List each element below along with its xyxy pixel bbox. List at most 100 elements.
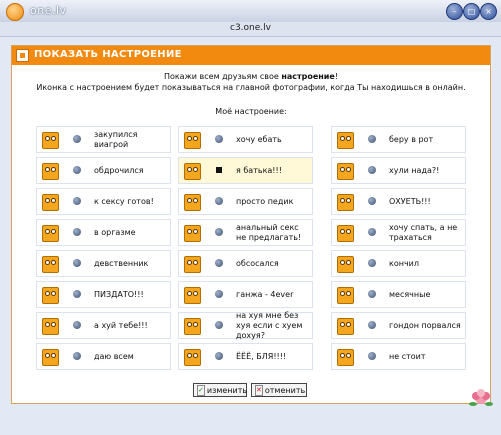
mood-option[interactable]: гондон порвался [331,312,466,339]
mood-smiley-icon [337,256,354,273]
cancel-button[interactable]: ✕ отменить [251,383,307,397]
mood-option[interactable]: не стоит [331,343,466,370]
mood-option[interactable]: беру в рот [331,126,466,153]
mood-smiley-icon [184,163,201,180]
mood-label: я батька!!! [236,165,282,175]
mood-option[interactable]: кончил [331,250,466,277]
change-button[interactable]: ✓ изменить [193,383,247,397]
mood-smiley-icon [42,256,59,273]
mood-option[interactable]: обдрочился [36,157,171,184]
mood-smiley-icon [184,318,201,335]
mood-radio-button[interactable] [73,228,81,236]
mood-radio-button[interactable] [215,135,223,143]
mood-radio-button[interactable] [215,321,223,329]
mood-label: ПИЗДАТО!!! [94,289,144,299]
mood-label: в оргазме [94,227,136,237]
mood-option[interactable]: закупился виагрой [36,126,171,153]
mood-radio-button[interactable] [368,228,376,236]
mood-radio-button[interactable] [368,321,376,329]
mood-option[interactable]: на хуя мне без хуя если с хуем дохуя? [178,310,313,340]
mood-smiley-icon [42,349,59,366]
mood-option[interactable]: хули нада?! [331,157,466,184]
mood-radio-button[interactable] [73,135,81,143]
mood-radio-button[interactable] [215,290,223,298]
mood-radio-button[interactable] [368,290,376,298]
mood-smiley-icon [184,132,201,149]
mood-radio-button[interactable] [73,290,81,298]
mood-option[interactable]: в оргазме [36,219,171,246]
mood-radio-button[interactable] [216,167,222,173]
mood-label: ганжа - 4ever [236,289,294,299]
mood-label: ЁЁЁ, БЛЯ!!!! [236,351,287,361]
mood-option[interactable]: месячные [331,281,466,308]
mood-option[interactable]: а хуй тебе!!! [36,312,171,339]
mood-panel: ПОКАЗАТЬ НАСТРОЕНИЕ Покажи всем друзьям … [11,45,491,404]
mood-radio-button[interactable] [73,197,81,205]
mood-radio-button[interactable] [215,259,223,267]
mood-label: хочу ебать [236,134,282,144]
panel-header: ПОКАЗАТЬ НАСТРОЕНИЕ [12,46,490,65]
mood-smiley-icon [184,287,201,304]
mood-smiley-icon [184,194,201,211]
intro-suffix: ! [334,72,339,81]
mood-radio-button[interactable] [73,352,81,360]
mood-label: кончил [389,258,419,268]
mood-smiley-icon [184,225,201,242]
mood-option[interactable]: ОХУЕТЬ!!! [331,188,466,215]
mood-option[interactable]: просто педик [178,188,313,215]
mood-label: а хуй тебе!!! [94,320,148,330]
mood-smiley-icon [184,256,201,273]
maximize-button[interactable]: □ [463,3,480,20]
intro-line-1: Покажи всем друзьям свое настроение! [12,72,490,81]
check-icon: ✓ [197,384,205,396]
mood-radio-button[interactable] [368,352,376,360]
mood-label: к сексу готов! [94,196,154,206]
mood-radio-button[interactable] [73,321,81,329]
close-button[interactable]: × [480,3,497,20]
flower-icon [469,389,493,406]
mood-radio-button[interactable] [73,166,81,174]
page-url: c3.one.lv [230,23,271,33]
mood-radio-button[interactable] [215,352,223,360]
header-icon [16,49,29,62]
mood-radio-button[interactable] [215,228,223,236]
mood-smiley-icon [337,132,354,149]
mood-subtitle: Моё настроение: [215,107,287,116]
change-label: изменить [206,385,248,395]
mood-option[interactable]: хочу спать, а не трахаться [331,219,466,246]
mood-option[interactable]: ганжа - 4ever [178,281,313,308]
mood-smiley-icon [337,287,354,304]
mood-option[interactable]: хочу ебать [178,126,313,153]
mood-option[interactable]: даю всем [36,343,171,370]
mood-radio-button[interactable] [368,197,376,205]
mood-label: закупился виагрой [94,129,138,149]
mood-option[interactable]: я батька!!! [178,157,313,184]
mood-smiley-icon [184,349,201,366]
mood-smiley-icon [42,225,59,242]
mood-option[interactable]: ЁЁЁ, БЛЯ!!!! [178,343,313,370]
mood-option[interactable]: к сексу готов! [36,188,171,215]
mood-smiley-icon [42,287,59,304]
mood-radio-button[interactable] [368,135,376,143]
mood-option[interactable]: обсосался [178,250,313,277]
mood-option[interactable]: девственник [36,250,171,277]
mood-radio-button[interactable] [368,166,376,174]
mood-radio-button[interactable] [368,259,376,267]
title-bar: one.lv – □ × [0,0,501,22]
mood-smiley-icon [337,225,354,242]
mood-radio-button[interactable] [215,197,223,205]
mood-radio-button[interactable] [73,259,81,267]
mood-option[interactable]: ПИЗДАТО!!! [36,281,171,308]
intro-line-2: Иконка с настроением будет показываться … [36,83,466,92]
mood-smiley-icon [42,194,59,211]
mood-label: на хуя мне без хуя если с хуем дохуя? [236,310,303,340]
mood-smiley-icon [42,163,59,180]
mood-label: беру в рот [389,134,434,144]
mood-option[interactable]: анальный секс не предлагать! [178,219,313,246]
mood-label: месячные [389,289,431,299]
panel-title: ПОКАЗАТЬ НАСТРОЕНИЕ [34,49,182,60]
mood-label: гондон порвался [389,320,461,330]
minimize-button[interactable]: – [446,3,463,20]
mood-column-2: хочу ебать я батька!!! просто педик анальны… [178,126,313,374]
mood-label: просто педик [236,196,294,206]
